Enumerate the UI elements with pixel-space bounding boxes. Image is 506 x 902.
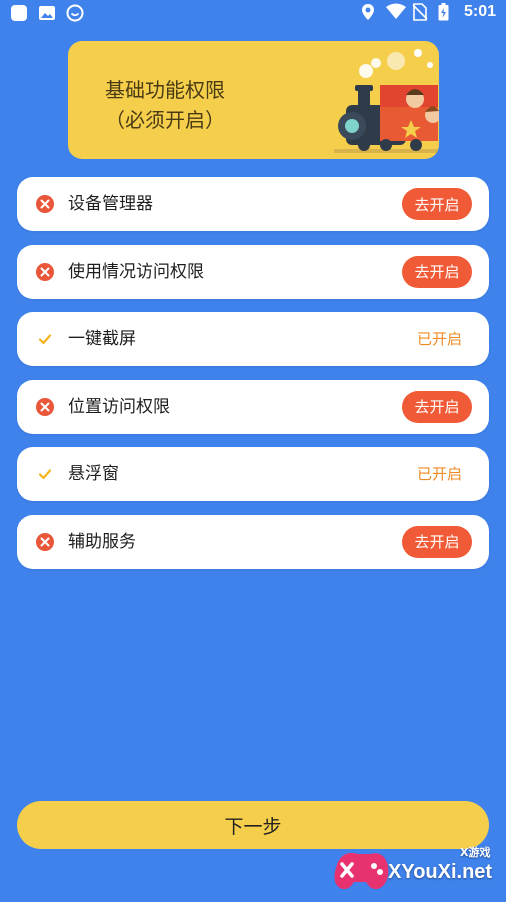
error-icon (36, 195, 54, 213)
enable-button[interactable]: 去开启 (402, 525, 472, 558)
permission-item-location: 位置访问权限 去开启 (17, 379, 489, 434)
enable-button[interactable]: 去开启 (402, 188, 472, 220)
permission-item-device-admin: 设备管理器 去开启 (17, 177, 489, 231)
permission-label: 一键截屏 (68, 329, 136, 349)
permission-item-accessibility: 辅助服务 去开启 (17, 514, 489, 569)
banner-title-line2: （必须开启） (105, 108, 225, 132)
enable-button[interactable]: 去开启 (402, 390, 472, 423)
error-icon (36, 262, 54, 281)
banner-title-line1: 基础功能权限 (105, 78, 225, 102)
train-with-children-icon (268, 41, 439, 159)
battery-icon (438, 3, 456, 21)
error-icon (36, 397, 54, 416)
location-icon (360, 3, 378, 21)
status-time: 5:01 (463, 3, 496, 20)
face-icon (66, 4, 84, 22)
app-icon (10, 4, 28, 22)
permission-label: 使用情况访问权限 (68, 261, 204, 282)
check-icon (36, 330, 54, 348)
no-sim-icon (412, 3, 430, 21)
permission-label: 辅助服务 (68, 531, 136, 552)
watermark: X游戏 XYouXi.net (330, 842, 500, 898)
permission-item-floating-window: 悬浮窗 已开启 (17, 447, 489, 501)
permission-item-screenshot: 一键截屏 已开启 (17, 312, 489, 366)
permission-label: 悬浮窗 (68, 464, 119, 484)
watermark-text: XYouXi.net (388, 861, 493, 883)
status-bar-left (10, 4, 84, 22)
permission-item-usage-access: 使用情况访问权限 去开启 (17, 244, 489, 299)
check-icon (36, 465, 54, 483)
banner-title: 基础功能权限 （必须开启） (90, 75, 240, 135)
enabled-status: 已开启 (416, 330, 462, 348)
permission-label: 位置访问权限 (68, 396, 170, 417)
gamepad-logo-icon (334, 853, 389, 890)
image-icon (38, 4, 56, 22)
watermark-sub: X游戏 (460, 846, 491, 859)
status-bar-right: 5:01 (360, 3, 496, 21)
permissions-banner: 基础功能权限 （必须开启） (68, 41, 439, 159)
enabled-status: 已开启 (416, 465, 462, 483)
wifi-icon (385, 3, 406, 21)
enable-button[interactable]: 去开启 (402, 255, 472, 288)
error-icon (36, 532, 54, 551)
permission-label: 设备管理器 (68, 194, 153, 214)
status-bar: 5:01 (0, 0, 506, 28)
permission-list: 设备管理器 去开启 使用情况访问权限 去开启 一键截屏 已开启 位置访问权限 去… (17, 177, 489, 582)
